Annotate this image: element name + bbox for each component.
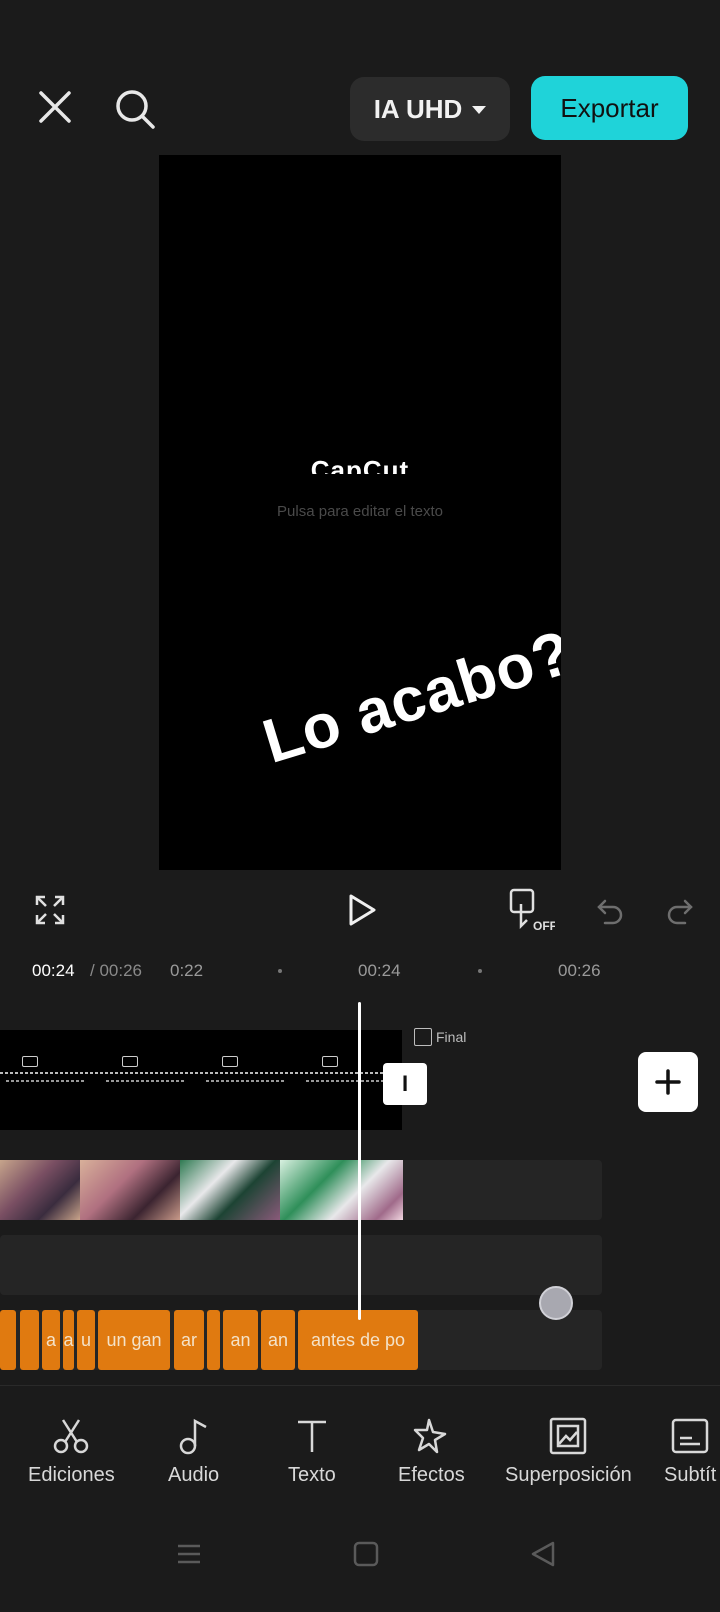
empty-track-bg — [0, 1235, 602, 1295]
tool-label: Superposición — [505, 1464, 632, 1486]
tool-label: Audio — [168, 1464, 220, 1486]
menu-icon[interactable] — [176, 1541, 202, 1567]
tool-label: Ediciones — [28, 1464, 115, 1486]
plus-icon — [655, 1069, 681, 1095]
search-icon — [116, 90, 155, 129]
preview-area: CapCut Pulsa para editar el texto Lo aca… — [0, 155, 720, 870]
ruler-dot — [278, 969, 282, 973]
subtitles-icon — [671, 1418, 709, 1454]
tool-subtitulos[interactable]: Subtít — [664, 1416, 716, 1487]
play-icon — [349, 894, 376, 926]
transition-handle[interactable]: I — [383, 1063, 427, 1105]
keyframe-off-button[interactable]: OFF — [506, 884, 556, 936]
video-clip-track[interactable] — [0, 1160, 403, 1220]
caption-clip[interactable]: an — [261, 1310, 295, 1370]
caption-clip[interactable]: un gan — [98, 1310, 170, 1370]
tool-ediciones[interactable]: Ediciones — [28, 1416, 115, 1487]
video-preview[interactable]: CapCut Pulsa para editar el texto Lo aca… — [159, 155, 561, 870]
playback-controls: OFF — [0, 870, 720, 950]
redo-icon — [667, 899, 693, 925]
clip-frame — [100, 1056, 200, 1096]
caption-clip[interactable]: an — [223, 1310, 258, 1370]
overlay-caption[interactable]: Lo acabo? — [255, 617, 561, 778]
edit-text-hint[interactable]: Pulsa para editar el texto — [159, 503, 561, 520]
undo-button[interactable] — [592, 890, 628, 930]
caption-clip[interactable] — [20, 1310, 39, 1370]
sparkle-icon — [414, 1418, 447, 1454]
text-template-clip[interactable] — [0, 1030, 402, 1130]
timeline[interactable]: 00:24 / 00:26 0:22 00:24 00:26 I Final a… — [0, 950, 720, 1385]
caption-clip[interactable]: a — [63, 1310, 74, 1370]
quality-dropdown[interactable]: IA UHD — [350, 77, 510, 141]
video-thumbnail — [80, 1160, 180, 1220]
tool-superposicion[interactable]: Superposición — [505, 1416, 632, 1487]
fullscreen-button[interactable] — [30, 890, 70, 930]
play-button[interactable] — [340, 888, 384, 932]
close-button[interactable] — [30, 82, 80, 132]
final-label: Final — [436, 1029, 467, 1045]
fullscreen-icon — [35, 895, 65, 925]
chevron-down-icon — [472, 106, 487, 114]
ruler-dot — [478, 969, 482, 973]
clip-frame — [200, 1056, 300, 1096]
tool-label: Efectos — [398, 1464, 465, 1486]
caption-clip[interactable]: a — [42, 1310, 60, 1370]
caption-track[interactable]: a a u un gan ar an an antes de po — [0, 1310, 420, 1370]
caption-clip[interactable] — [0, 1310, 16, 1370]
video-thumbnail — [280, 1160, 403, 1220]
quality-label: IA UHD — [373, 93, 463, 124]
scissors-icon — [54, 1419, 89, 1454]
tool-efectos[interactable]: Efectos — [398, 1416, 465, 1487]
video-thumbnail — [180, 1160, 280, 1220]
bottom-toolbar: Ediciones Audio Texto Efectos Superposic… — [0, 1385, 720, 1505]
current-time: 00:24 — [32, 961, 75, 980]
tool-label: Subtít — [664, 1464, 717, 1486]
home-icon[interactable] — [353, 1541, 379, 1567]
export-button[interactable]: Exportar — [531, 76, 688, 140]
video-thumbnail — [0, 1160, 80, 1220]
total-time: / 00:26 — [90, 961, 142, 980]
ruler-label: 0:22 — [170, 961, 204, 980]
text-icon — [297, 1420, 326, 1452]
tool-audio[interactable]: Audio — [168, 1416, 219, 1487]
search-button[interactable] — [108, 82, 162, 136]
keyframe-off-icon: OFF — [509, 888, 555, 933]
top-bar: IA UHD Exportar — [0, 0, 720, 155]
system-nav-bar — [0, 1505, 720, 1612]
clip-frame — [0, 1056, 100, 1096]
caption-clip[interactable]: u — [77, 1310, 95, 1370]
capcut-logo-text: CapCut — [310, 455, 410, 474]
tool-texto[interactable]: Texto — [288, 1416, 336, 1487]
caption-clip[interactable]: ar — [174, 1310, 204, 1370]
svg-text:OFF: OFF — [533, 919, 555, 933]
caption-clip[interactable] — [207, 1310, 220, 1370]
volume-knob[interactable] — [539, 1286, 573, 1320]
add-clip-button[interactable] — [638, 1052, 698, 1112]
ruler-label: 00:24 — [358, 961, 401, 980]
undo-icon — [597, 899, 623, 925]
tool-label: Texto — [288, 1464, 336, 1486]
redo-button[interactable] — [662, 890, 698, 930]
back-icon[interactable] — [530, 1541, 556, 1567]
ruler-label: 00:26 — [558, 961, 601, 980]
close-icon — [39, 91, 71, 123]
final-tag[interactable]: Final — [414, 1028, 466, 1046]
playhead[interactable] — [358, 1002, 361, 1320]
music-note-icon — [179, 1418, 207, 1455]
end-marker-icon — [414, 1028, 432, 1046]
overlay-icon — [550, 1417, 587, 1455]
